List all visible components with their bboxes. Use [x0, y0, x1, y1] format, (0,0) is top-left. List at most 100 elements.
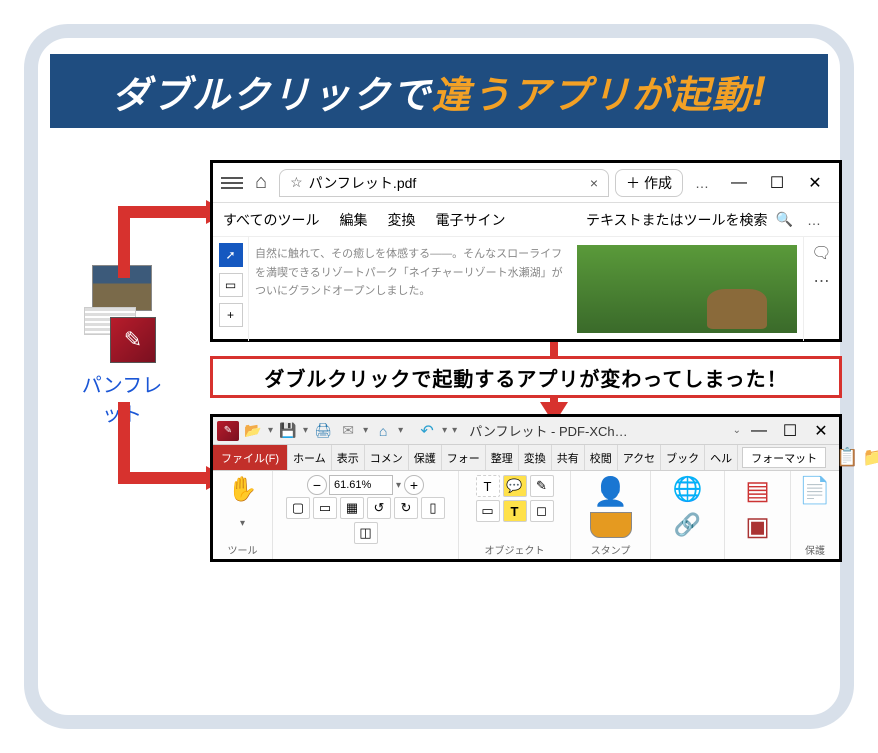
quick-access-toolbar: ✎ 📂▾ 💾▾ 🖨 ✉▾ ⌂▾ ↶▾ ▾ パンフレット - PDF-XCh… ⌄…	[213, 417, 839, 445]
thumbnails-icon[interactable]: ▭	[219, 273, 243, 297]
group-edit: ▤ ▣	[725, 471, 791, 559]
single-page-icon[interactable]: ▯	[421, 497, 445, 519]
close-tab-icon[interactable]: ×	[590, 175, 598, 191]
titlebar: ⌂ ☆ パンフレット.pdf × ＋ 作成 … ― ☐ ✕	[213, 163, 839, 203]
pencil-icon[interactable]: ✎	[530, 475, 554, 497]
zoom-out-icon[interactable]: −	[307, 475, 327, 495]
star-icon[interactable]: ☆	[290, 174, 303, 191]
globe-icon[interactable]: 🌐	[673, 475, 703, 504]
group-protect: 📄 保護	[791, 471, 839, 559]
paste-icon[interactable]: 📋	[836, 447, 858, 468]
open-icon[interactable]: 📂	[242, 421, 264, 441]
menu-all-tools[interactable]: すべてのツール	[223, 210, 319, 230]
save-icon[interactable]: 💾	[277, 421, 299, 441]
minimize-button[interactable]: ―	[723, 174, 755, 192]
ribbon: ✋ ▾ ツール − 61.61% ▾ + ▢ ▭ ▦ ↺ ↻ ▯ ◫	[213, 471, 839, 559]
ribbon-tabs: ファイル(F) ホーム 表示 コメン 保護 フォー 整理 変換 共有 校閲 アク…	[213, 445, 839, 471]
edit-icon[interactable]: ▤	[745, 475, 770, 506]
mail-icon[interactable]: ✉	[337, 421, 359, 441]
protect-icon[interactable]: 📄	[799, 475, 831, 506]
tab-format[interactable]: フォーマット	[742, 447, 826, 468]
minimize-button[interactable]: ―	[745, 422, 773, 440]
text-box-icon[interactable]: T	[476, 475, 500, 497]
search-label[interactable]: テキストまたはツールを検索	[586, 210, 768, 230]
actual-size-icon[interactable]: ▦	[340, 497, 364, 519]
link-icon[interactable]: 🔗	[674, 512, 701, 538]
mail-dropdown-icon[interactable]: ▾	[362, 425, 369, 436]
content-area: ➚ ▭ + 自然に触れて、その癒しを体感する――。そんなスローライフを満喫できる…	[213, 237, 839, 341]
rotate-right-icon[interactable]: ↻	[394, 497, 418, 519]
select-icon[interactable]: ▭	[476, 500, 500, 522]
home-icon[interactable]: ⌂	[249, 171, 273, 194]
menu-icon[interactable]	[221, 177, 243, 189]
scanner-dropdown-icon[interactable]: ▾	[397, 425, 404, 436]
group-zoom: − 61.61% ▾ + ▢ ▭ ▦ ↺ ↻ ▯ ◫	[273, 471, 459, 559]
tab-view[interactable]: 表示	[332, 445, 365, 470]
print-icon[interactable]: 🖨	[312, 421, 334, 441]
open-dropdown-icon[interactable]: ▾	[267, 425, 274, 436]
two-page-icon[interactable]: ◫	[354, 522, 378, 544]
scanner-icon[interactable]: ⌂	[372, 421, 394, 441]
selection-tool-icon[interactable]: ➚	[219, 243, 243, 267]
title-dropdown-icon[interactable]: ⌄	[732, 425, 742, 436]
tab-arrange[interactable]: 整理	[486, 445, 519, 470]
document-view[interactable]: 自然に触れて、その癒しを体感する――。そんなスローライフを満喫できるリゾートパー…	[249, 237, 803, 341]
tab-form[interactable]: フォー	[442, 445, 486, 470]
zoom-in-icon[interactable]: +	[404, 475, 424, 495]
tab-review[interactable]: 校閲	[585, 445, 618, 470]
app-logo-icon[interactable]: ✎	[217, 421, 239, 441]
new-tab-button[interactable]: ＋ 作成	[615, 169, 683, 197]
tab-file[interactable]: ファイル(F)	[213, 445, 288, 470]
fit-width-icon[interactable]: ▭	[313, 497, 337, 519]
undo-dropdown-icon[interactable]: ▾	[441, 425, 448, 436]
maximize-button[interactable]: ☐	[776, 421, 804, 441]
undo-icon[interactable]: ↶	[416, 421, 438, 441]
zoom-dropdown-icon[interactable]: ▾	[395, 480, 402, 491]
headline-part2: 違うアプリが起動	[432, 64, 752, 119]
fit-page-icon[interactable]: ▢	[286, 497, 310, 519]
ribbon-right-icons: 📋 📁	[830, 445, 878, 470]
tab-share[interactable]: 共有	[552, 445, 585, 470]
qat-chevron-icon[interactable]: ▾	[451, 425, 458, 436]
group-label-links	[686, 546, 689, 557]
menu-edit[interactable]: 編集	[339, 210, 367, 230]
document-tab[interactable]: ☆ パンフレット.pdf ×	[279, 169, 609, 197]
tab-bookmark[interactable]: ブック	[661, 445, 705, 470]
sticky-note-icon[interactable]: 💬	[503, 475, 527, 497]
tab-convert[interactable]: 変換	[519, 445, 552, 470]
toolbar-more-icon[interactable]: …	[801, 212, 829, 228]
headline-mark: !	[752, 67, 766, 115]
menu-esign[interactable]: 電子サイン	[435, 210, 505, 230]
stamp-icon[interactable]	[590, 512, 632, 538]
toolbar: すべてのツール 編集 変換 電子サイン テキストまたはツールを検索 🔍 …	[213, 203, 839, 237]
group-label-zoom	[364, 546, 367, 557]
person-icon[interactable]: 👤	[593, 475, 628, 508]
comments-icon[interactable]: 🗨	[811, 243, 831, 263]
group-label-object: オブジェクト	[485, 542, 545, 557]
hand-tool-icon[interactable]: ✋	[228, 475, 258, 504]
more-icon[interactable]: …	[689, 175, 717, 191]
close-button[interactable]: ✕	[799, 173, 831, 193]
find-icon[interactable]: 📁	[863, 447, 878, 468]
group-label-stamp: スタンプ	[591, 542, 631, 557]
zoom-value[interactable]: 61.61%	[329, 475, 393, 495]
tool-dropdown-icon[interactable]: ▾	[239, 518, 246, 529]
tab-protect[interactable]: 保護	[409, 445, 442, 470]
more-tools-icon[interactable]: ⋯	[814, 271, 830, 291]
highlight-icon[interactable]: T	[503, 500, 527, 522]
search-icon[interactable]: 🔍	[776, 211, 793, 228]
save-dropdown-icon[interactable]: ▾	[302, 425, 309, 436]
doc-body-text: 自然に触れて、その癒しを体感する――。そんなスローライフを満喫できるリゾートパー…	[255, 245, 571, 333]
shape-icon[interactable]: ◻	[530, 500, 554, 522]
tab-access[interactable]: アクセ	[618, 445, 661, 470]
right-sidebar: 🗨 ⋯	[803, 237, 839, 341]
tab-comment[interactable]: コメン	[365, 445, 409, 470]
menu-convert[interactable]: 変換	[387, 210, 415, 230]
rotate-left-icon[interactable]: ↺	[367, 497, 391, 519]
crop-icon[interactable]: ▣	[745, 511, 770, 542]
maximize-button[interactable]: ☐	[761, 173, 793, 193]
tab-home[interactable]: ホーム	[288, 445, 332, 470]
add-tool-icon[interactable]: +	[219, 303, 243, 327]
tab-help[interactable]: ヘル	[705, 445, 738, 470]
close-button[interactable]: ✕	[807, 421, 835, 441]
